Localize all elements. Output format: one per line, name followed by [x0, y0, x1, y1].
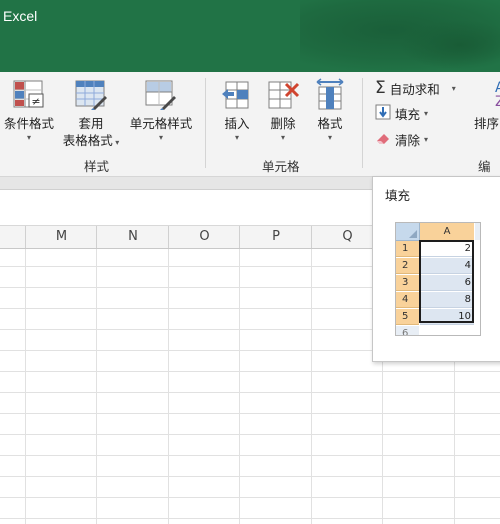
cell-styles-icon [144, 78, 178, 112]
chevron-down-icon: ▾ [112, 138, 120, 147]
preview-column-header: A [420, 223, 474, 241]
grid-line [25, 249, 26, 524]
delete-cells-button[interactable]: 删除 ▾ [262, 78, 304, 144]
grid-line [0, 371, 500, 372]
conditional-format-button[interactable]: ≠ 条件格式 ▾ [0, 78, 58, 144]
column-header-n[interactable]: N [96, 226, 169, 248]
preview-row-header: 6 [396, 326, 419, 335]
format-as-table-label-2-row: 表格格式 ▾ [58, 132, 124, 149]
preview-row-header: 1 [396, 241, 419, 257]
app-title: Excel [3, 8, 38, 24]
autosum-button[interactable]: Σ 自动求和 ▾ [375, 78, 456, 98]
grid-line [0, 518, 500, 519]
group-divider [362, 78, 363, 168]
ribbon: ≠ 条件格式 ▾ 套用 表格格式 ▾ 单元格样式 ▾ 样式 插入 ▾ 删除 ▾ … [0, 72, 500, 193]
grid-line [168, 249, 169, 524]
column-header-o[interactable]: O [168, 226, 240, 248]
column-header-m[interactable]: M [25, 226, 97, 248]
format-as-table-label-1: 套用 [78, 116, 104, 131]
format-cells-button[interactable]: 格式 ▾ [308, 78, 352, 144]
format-table-icon [74, 78, 108, 112]
format-as-table-button[interactable]: 套用 表格格式 ▾ [58, 78, 124, 149]
clear-label: 清除 [395, 133, 421, 148]
styles-group-label: 样式 [84, 159, 110, 174]
format-cells-label: 格式 [317, 116, 343, 131]
title-bar-texture-2 [400, 20, 500, 70]
chevron-down-icon: ▾ [327, 133, 332, 142]
cell-styles-label: 单元格样式 [129, 116, 193, 131]
cell-styles-button[interactable]: 单元格样式 ▾ [124, 78, 198, 144]
delete-cells-icon [266, 78, 300, 112]
chevron-down-icon: ▾ [158, 133, 163, 142]
fill-button[interactable]: 填充 ▾ [375, 104, 428, 123]
sigma-icon: Σ [375, 78, 386, 98]
cells-group-label: 单元格 [262, 159, 300, 174]
svg-text:≠: ≠ [31, 95, 40, 108]
tooltip-title: 填充 [385, 188, 411, 203]
preview-selection-border [419, 240, 474, 323]
sort-label: 排序 [474, 116, 500, 131]
grid-line [0, 413, 500, 414]
fill-tooltip: 填充 A 1 2 3 4 5 6 2 4 6 8 10 [372, 176, 500, 362]
grid-line [0, 455, 500, 456]
insert-cells-label: 插入 [224, 116, 250, 131]
title-bar: Excel [0, 0, 500, 72]
grid-line [0, 392, 500, 393]
chevron-down-icon: ▾ [234, 133, 239, 142]
chevron-down-icon: ▾ [451, 83, 456, 93]
svg-text:Z: Z [495, 94, 500, 110]
clear-button[interactable]: 清除 ▾ [375, 130, 428, 149]
grid-line [311, 249, 312, 524]
chevron-down-icon: ▾ [280, 133, 285, 142]
grid-line [96, 249, 97, 524]
insert-cells-button[interactable]: 插入 ▾ [216, 78, 258, 144]
grid-line [0, 476, 500, 477]
preview-column-header-next [475, 223, 480, 240]
sort-az-icon: A Z [475, 78, 500, 112]
format-as-table-label-2: 表格格式 [62, 133, 113, 148]
conditional-format-icon: ≠ [12, 78, 46, 112]
column-header-p[interactable]: P [239, 226, 312, 248]
fill-down-icon [375, 104, 391, 123]
conditional-format-label: 条件格式 [3, 116, 54, 131]
preview-row-header: 4 [396, 292, 419, 308]
format-cells-icon [313, 78, 347, 112]
sort-filter-button[interactable]: A Z 排序 [470, 78, 500, 132]
eraser-icon [375, 130, 391, 149]
preview-row-header: 5 [396, 309, 419, 325]
grid-line [0, 497, 500, 498]
preview-row-header: 3 [396, 275, 419, 291]
select-all-corner [396, 223, 420, 241]
group-divider [205, 78, 206, 168]
chevron-down-icon: ▾ [424, 109, 429, 118]
grid-line [0, 434, 500, 435]
autosum-label: 自动求和 [389, 81, 440, 97]
preview-row-header: 2 [396, 258, 419, 274]
insert-cells-icon [220, 78, 254, 112]
fill-preview-image: A 1 2 3 4 5 6 2 4 6 8 10 [395, 222, 481, 336]
delete-cells-label: 删除 [270, 116, 296, 131]
chevron-down-icon: ▾ [26, 133, 31, 142]
chevron-down-icon: ▾ [424, 135, 429, 144]
grid-line [239, 249, 240, 524]
fill-label: 填充 [395, 107, 421, 122]
